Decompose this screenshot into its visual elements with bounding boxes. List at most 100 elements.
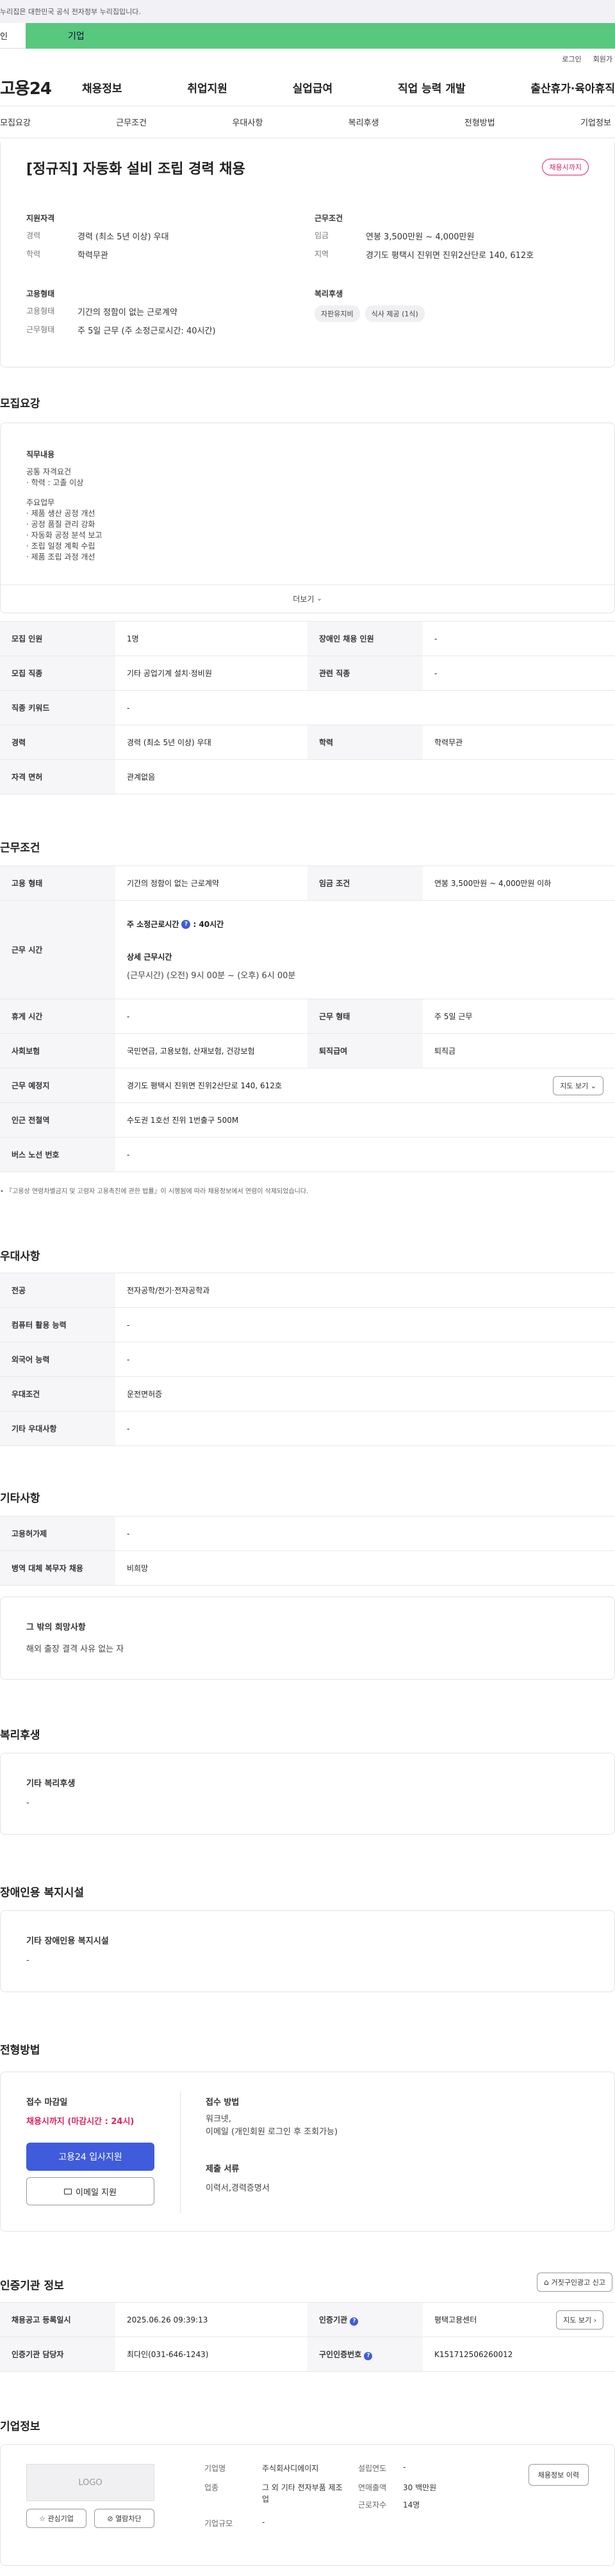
method-line: 워크넷, xyxy=(206,2114,232,2124)
td: 주 5일 근무 xyxy=(423,999,615,1034)
star-icon: ☆ xyxy=(39,2515,45,2523)
duty-line: · 자동화 공정 분석 보고 xyxy=(26,531,102,540)
company-value: 30 백만원 xyxy=(403,2483,437,2492)
recruit-table: 모집 인원 1명 장애인 채용 인원 - 모집 직종 기타 공업기계 설치·정비원 관… xyxy=(0,621,615,794)
map-button[interactable]: 지도 보기 ⌄ xyxy=(553,1075,603,1095)
section-title-benefit: 복리후생 xyxy=(0,1729,40,1742)
interest-company-button[interactable]: ☆ 관심기업 xyxy=(26,2509,86,2528)
pref-table: 전공 전자공학/전기·전자공학과 컴퓨터 활용 능력 - 외국어 능력 - 우대조건 운… xyxy=(0,1273,615,1446)
anchor-company[interactable]: 기업정보 xyxy=(580,116,611,128)
th: 고용 형태 xyxy=(0,865,115,901)
gnb-item-training[interactable]: 직업 능력 개발 xyxy=(398,79,466,95)
td: K151712506260012 xyxy=(423,2337,615,2372)
qualification-block: 지원자격 경력 경력 (최소 5년 이상) 우대 학력 학력무관 xyxy=(26,213,283,261)
anchor-recruit[interactable]: 모집요강 xyxy=(0,116,31,128)
block-icon: ⊘ xyxy=(107,2515,113,2523)
age-note-text: 『고용상 연령차별금지 및 고령자 고용촉진에 관한 법률』이 시행됨에 따라 … xyxy=(6,1188,309,1195)
td: - xyxy=(115,1411,615,1446)
global-nav: 고용24 채용정보 취업지원 실업급여 직업 능력 개발 출산휴가·육아휴직 xyxy=(0,69,615,106)
th: 인근 전철역 xyxy=(0,1102,115,1138)
anchor-benefit[interactable]: 복리후생 xyxy=(348,116,379,128)
td: - xyxy=(115,1342,615,1377)
th: 사회보험 xyxy=(0,1033,115,1068)
cert-number-header: 구인인증번호 ? xyxy=(308,2337,423,2372)
hours-main-label: 주 소정근로시간 xyxy=(127,920,179,929)
more-button-label: 더보기 xyxy=(293,595,315,604)
duty-line xyxy=(26,488,102,497)
apply-button[interactable]: 고용24 입사지원 xyxy=(26,2143,154,2171)
th: 경력 xyxy=(0,725,115,760)
hope-card: 그 밖의 희망사항 해외 출장 결격 사유 없는 자 xyxy=(0,1597,615,1680)
mail-icon xyxy=(64,2188,72,2194)
th-label: 구인인증번호 xyxy=(319,2349,362,2359)
table-row: 버스 노선 번호 - xyxy=(0,1137,615,1172)
emp-key: 고용형태 xyxy=(26,307,55,316)
agency-org-cell: 평택고용센터 지도 보기 › xyxy=(423,2302,615,2337)
th: 근무 형태 xyxy=(308,999,423,1034)
info-icon[interactable]: ? xyxy=(364,2351,373,2360)
th: 기타 우대사항 xyxy=(0,1411,115,1446)
tab-individual[interactable]: 인 xyxy=(0,23,26,49)
signup-link[interactable]: 회원가 xyxy=(593,54,612,64)
cond-value: 경기도 평택시 진위면 진위2산단로 140, 612호 xyxy=(366,251,534,261)
info-icon[interactable]: ? xyxy=(181,919,191,929)
chevron-down-icon: ⌄ xyxy=(316,595,322,602)
agency-map-button[interactable]: 지도 보기 › xyxy=(556,2310,603,2330)
company-value: - xyxy=(262,2518,265,2527)
section-title-etc: 기타사항 xyxy=(0,1492,40,1505)
anchor-select[interactable]: 전형방법 xyxy=(464,116,495,128)
th: 버스 노선 번호 xyxy=(0,1137,115,1172)
login-link[interactable]: 로그인 xyxy=(562,54,581,64)
duty-line: · 조립 일정 계획 수립 xyxy=(26,542,95,551)
agency-org-value: 평택고용센터 xyxy=(434,2315,477,2324)
info-icon[interactable]: ? xyxy=(350,2317,359,2326)
td: 경력 (최소 5년 이상) 우대 xyxy=(115,725,308,760)
employment-block: 고용형태 고용형태 기간의 정함이 없는 근로계약 근무형태 주 5일 근무 (주 … xyxy=(26,288,295,336)
section-anchor-nav: 모집요강 근무조건 우대사항 복리후생 전형방법 기업정보 xyxy=(0,106,615,138)
tab-individual-label: 인 xyxy=(0,32,8,42)
gnb-item-employment-support[interactable]: 취업지원 xyxy=(187,79,227,95)
job-history-button[interactable]: 채용정보 이력 xyxy=(528,2464,589,2486)
company-value: - xyxy=(403,2463,406,2472)
gnb-item-unemployment-benefit[interactable]: 실업급여 xyxy=(293,79,333,95)
utility-links: 로그인 회원가 xyxy=(0,49,615,69)
th: 직종 키워드 xyxy=(0,690,115,725)
tab-business[interactable]: 기업 xyxy=(26,23,615,49)
gnb-item-jobs[interactable]: 채용정보 xyxy=(82,79,122,95)
map-button-label: 지도 보기 xyxy=(560,1081,589,1090)
table-row: 전공 전자공학/전기·전자공학과 xyxy=(0,1273,615,1308)
td: - xyxy=(115,1307,615,1342)
th-label: 인증기관 xyxy=(319,2315,348,2324)
company-value: 14명 xyxy=(403,2500,420,2509)
th: 고용허가제 xyxy=(0,1516,115,1551)
condition-block: 근무조건 임금 연봉 3,500만원 ~ 4,000만원 지역 경기도 평택시 진위… xyxy=(315,213,596,261)
duty-title: 직무내용 xyxy=(26,450,55,459)
email-apply-button[interactable]: 이메일 지원 xyxy=(26,2177,154,2205)
company-value: 주식회사디에이지 xyxy=(262,2464,319,2473)
duty-content: 공통 자격요건 · 학력 : 고졸 이상 주요업무 · 제품 생산 공정 개선 … xyxy=(26,467,102,563)
agency-map-label: 지도 보기 xyxy=(563,2315,592,2324)
table-row: 우대조건 운전면허증 xyxy=(0,1376,615,1412)
qual-key: 경력 xyxy=(26,231,41,240)
gnb-item-parental-leave[interactable]: 출산휴가·육아휴직 xyxy=(530,79,615,95)
th: 컴퓨터 활용 능력 xyxy=(0,1307,115,1342)
table-row: 모집 인원 1명 장애인 채용 인원 - xyxy=(0,621,615,656)
td: - xyxy=(115,1137,615,1172)
gov-notice-text: 누리집은 대한민국 공식 전자정부 누리집입니다. xyxy=(0,8,141,16)
td: 1명 xyxy=(115,621,308,656)
site-logo[interactable]: 고용24 xyxy=(0,76,76,99)
hours-cell: 주 소정근로시간 ? : 40시간 상세 근무시간 (근무시간) (오전) 9시… xyxy=(115,900,615,999)
place-cell: 경기도 평택시 진위면 진위2산단로 140, 612호 지도 보기 ⌄ xyxy=(115,1068,615,1103)
anchor-work[interactable]: 근무조건 xyxy=(116,116,147,128)
more-button[interactable]: 더보기 ⌄ xyxy=(1,584,614,613)
block-view-button[interactable]: ⊘ 열람차단 xyxy=(94,2509,154,2528)
report-button-label: 거짓구인광고 신고 xyxy=(551,2278,605,2287)
report-fake-ad-button[interactable]: ⌂ 거짓구인광고 신고 xyxy=(536,2273,612,2292)
benefit-card: 기타 복리후생 - xyxy=(0,1753,615,1835)
td: - xyxy=(423,656,615,691)
qualification-title: 지원자격 xyxy=(26,214,55,223)
td: 최다인(031-646-1243) xyxy=(115,2337,308,2372)
table-row: 채용공고 등록일시 2025.06.26 09:39:13 인증기관 ? 평택고용… xyxy=(0,2302,615,2337)
anchor-pref[interactable]: 우대사항 xyxy=(232,116,263,128)
company-key: 근로자수 xyxy=(358,2500,387,2509)
